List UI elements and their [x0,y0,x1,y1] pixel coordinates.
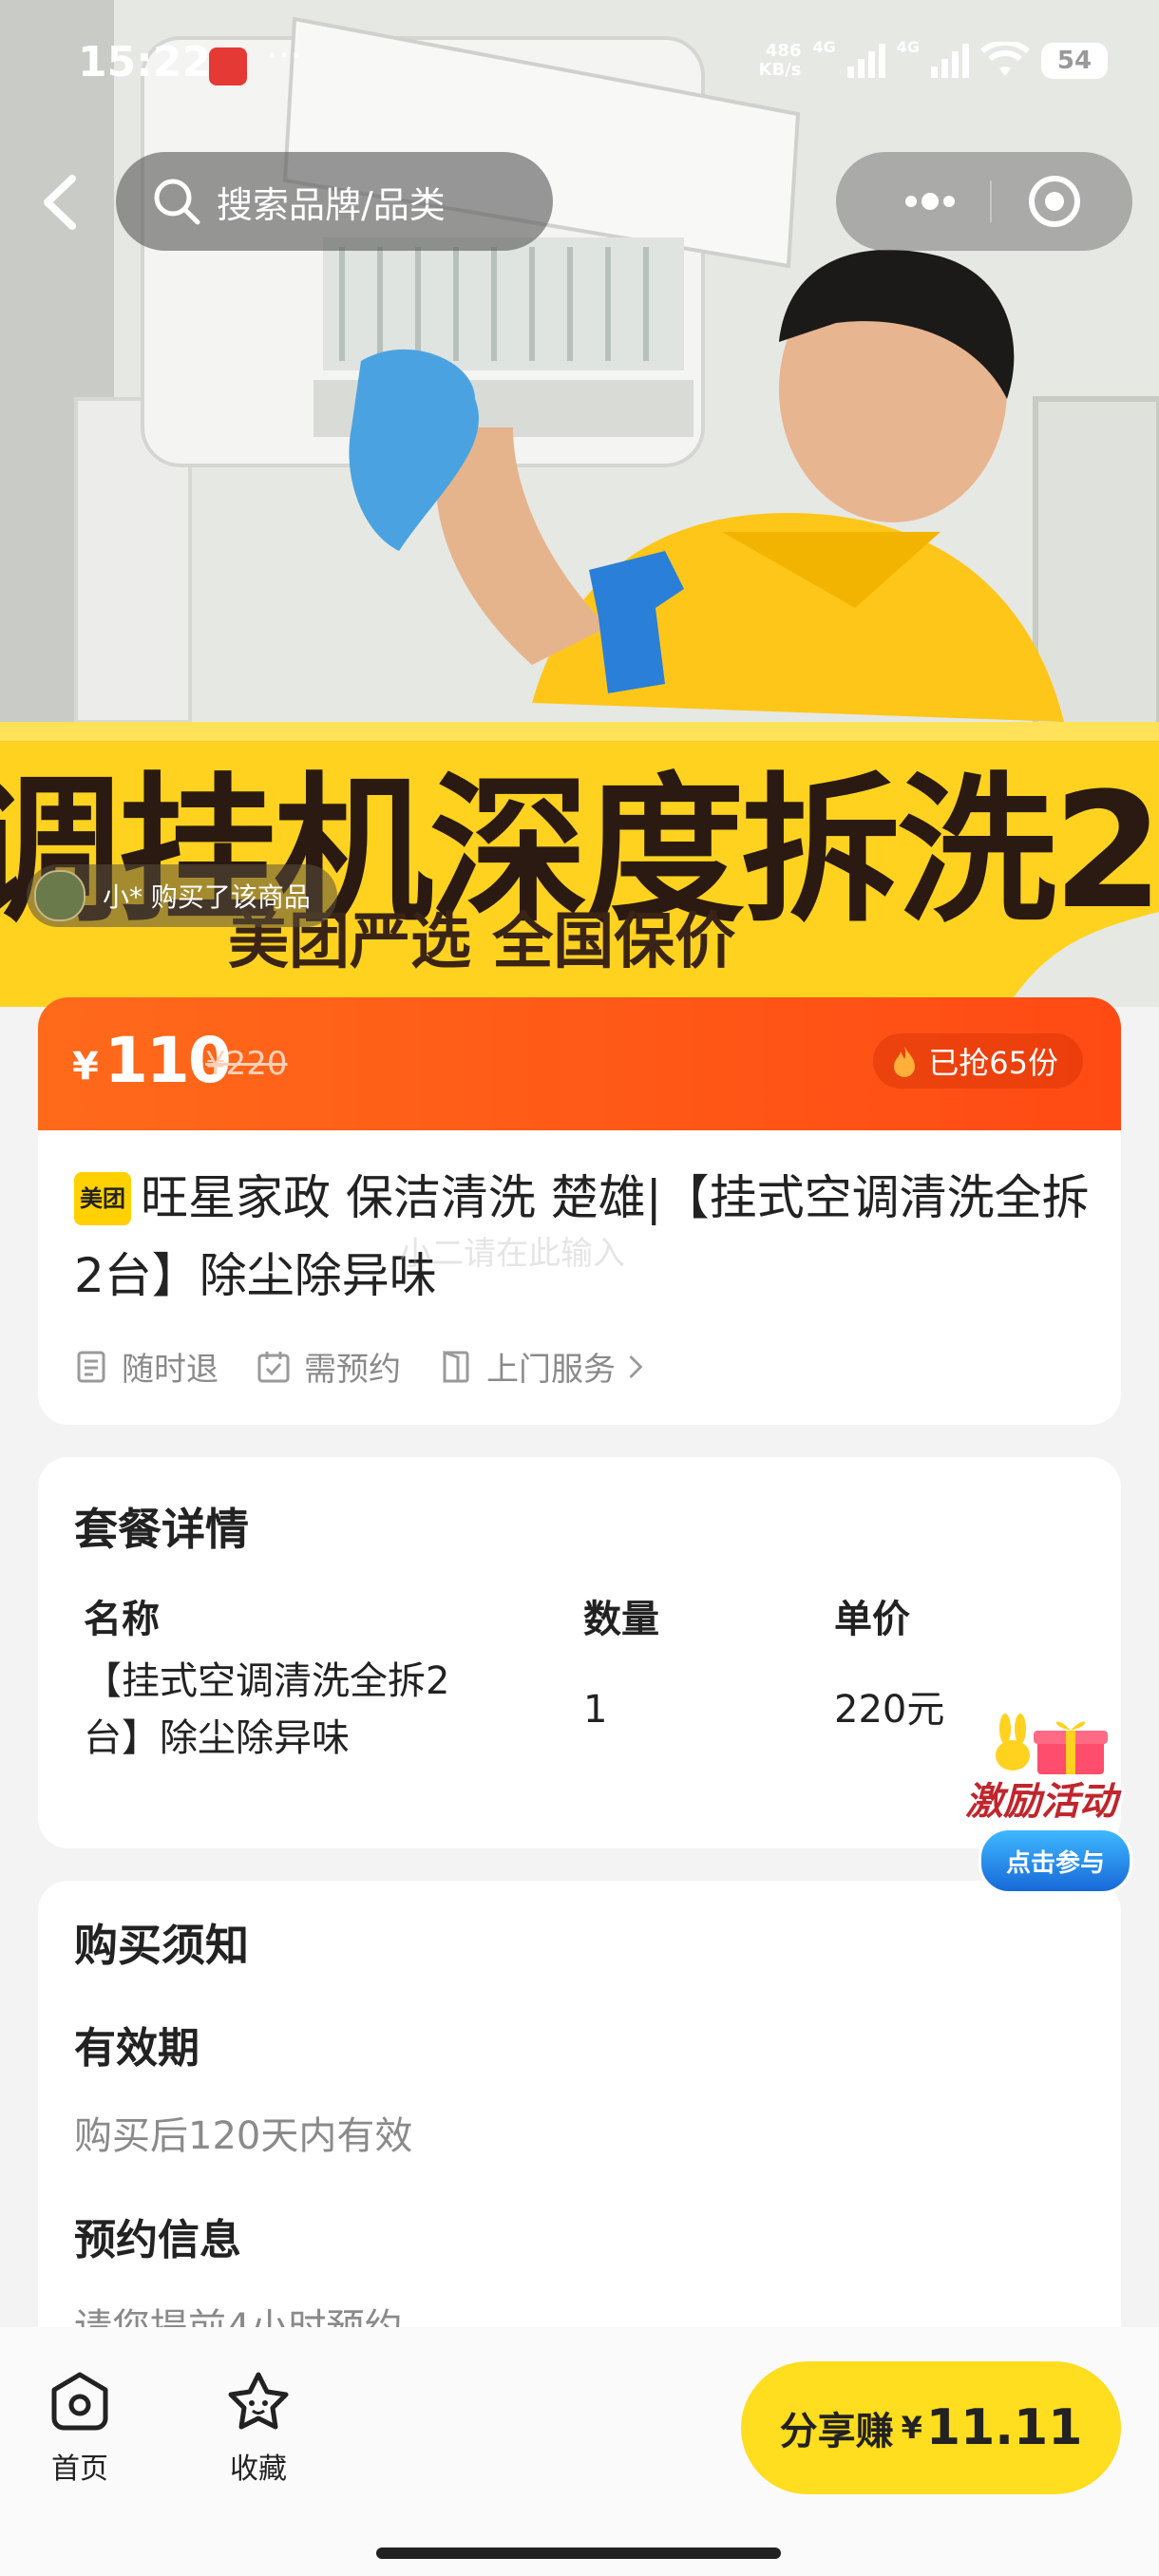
original-price: ¥220 [205,1045,288,1083]
back-arrow-icon[interactable] [32,169,89,236]
receipt-icon [77,1351,105,1382]
status-bar: 15:22 ··· 486 KB/s 4G 4G 54 [0,0,1159,133]
signal-icon-2 [931,44,969,78]
network-speed-unit: KB/s [758,60,802,80]
search-placeholder: 搜索品牌/品类 [217,183,446,226]
package-item-name-line2: 台】除尘除异味 [84,1716,350,1760]
door-icon [443,1350,469,1382]
tab-home[interactable]: 首页 [23,2369,137,2487]
buyer-ticker: 小* 购买了该商品 [27,864,337,927]
share-earn-amount: 11.11 [925,2399,1083,2456]
watermark: 小二请在此输入 [399,1235,625,1273]
price-currency: ¥ [72,1045,99,1089]
service-onsite: 上门服务 [439,1343,646,1390]
sold-count-text: 已抢65份 [928,1045,1058,1081]
price-strip: ¥ 110 ¥220 已抢65份 [38,997,1121,1130]
avatar [34,870,86,921]
status-more-dots: ··· [266,34,303,78]
buyer-ticker-text: 小* 购买了该商品 [103,881,311,913]
package-header-price: 单价 [834,1598,910,1641]
hero-image: 调挂机深度拆洗2 美团严选 全国保价 小* 购买了该商品 15:22 ··· 4… [0,0,1159,1007]
search-icon [154,179,200,225]
battery-icon: 54 [1041,43,1108,79]
incentive-activity-float[interactable]: 激励活动 点击参与 [965,1710,1146,1900]
tab-home-label: 首页 [51,2453,108,2486]
status-indicators: 486 KB/s 4G 4G 54 [759,38,1108,84]
search-input[interactable]: 搜索品牌/品类 [116,152,553,251]
purchase-notice-card: 购买须知 有效期 购买后120天内有效 预约信息 请您提前4小时预约 [38,1881,1121,2327]
service-tags[interactable]: 随时退 需预约 上门服务 [74,1343,684,1390]
package-item-price: 220元 [834,1688,945,1732]
home-icon [51,2372,108,2431]
status-time: 15:22 [78,38,212,86]
network-speed-value: 486 [765,41,802,61]
notice-section-title: 购买须知 [74,1920,249,1971]
booking-text: 请您提前4小时预约 [74,2297,402,2327]
package-header-name: 名称 [84,1598,160,1641]
package-item-name-line1: 【挂式空调清洗全拆2 [84,1659,450,1703]
tab-favorite-label: 收藏 [230,2453,287,2486]
bottom-action-bar: 首页 收藏 分享赚 ¥ 11.11 [0,2327,1159,2576]
brand-tag: 美团 [74,1172,131,1225]
package-item-qty: 1 [583,1688,608,1732]
service-refund: 随时退 [74,1343,218,1390]
gift-rabbit-icon [996,1714,1108,1774]
package-header-qty: 数量 [583,1598,659,1641]
signal-icon [846,44,885,78]
share-earn-button[interactable]: 分享赚 ¥ 11.11 [741,2361,1121,2494]
price-card: ¥ 110 ¥220 已抢65份 美团 旺星家政 保洁清洗 楚雄|【挂式空调清洗全… [38,997,1121,1425]
package-details-card: 套餐详情 名称 数量 单价 【挂式空调清洗全拆2 台】除尘除异味 1 220元 [38,1457,1121,1848]
net-type-1: 4G [812,38,836,56]
service-booking: 需预约 [256,1343,401,1390]
package-item-name: 【挂式空调清洗全拆2 台】除尘除异味 [84,1653,449,1767]
net-type-2: 4G [896,38,920,56]
fire-icon [894,1046,916,1077]
service-onsite-label: 上门服务 [486,1351,616,1389]
service-booking-label: 需预约 [304,1351,401,1389]
service-refund-label: 随时退 [122,1351,218,1389]
home-indicator[interactable] [376,2548,781,2559]
chevron-right-icon [629,1354,643,1378]
tab-favorite[interactable]: 收藏 [201,2369,315,2487]
booking-label: 预约信息 [74,2216,241,2264]
share-earn-currency: ¥ [901,2410,922,2446]
package-section-title: 套餐详情 [74,1504,249,1555]
notification-app-icon [209,47,247,85]
incentive-activity-label: 激励活动 [965,1780,1117,1824]
more-dots-icon[interactable] [878,180,982,222]
join-activity-button[interactable]: 点击参与 [978,1828,1132,1894]
network-speed: 486 KB/s [759,42,802,80]
validity-label: 有效期 [74,2024,200,2073]
share-earn-label: 分享赚 [779,2410,894,2453]
close-target-icon[interactable] [1026,173,1083,230]
capsule-divider [990,180,992,222]
sold-count-badge: 已抢65份 [873,1033,1083,1089]
calendar-check-icon [257,1351,290,1382]
wifi-icon [980,42,1030,76]
favorite-star-icon [228,2372,289,2430]
mini-program-capsule [836,152,1132,251]
validity-text: 购买后120天内有效 [74,2114,413,2158]
